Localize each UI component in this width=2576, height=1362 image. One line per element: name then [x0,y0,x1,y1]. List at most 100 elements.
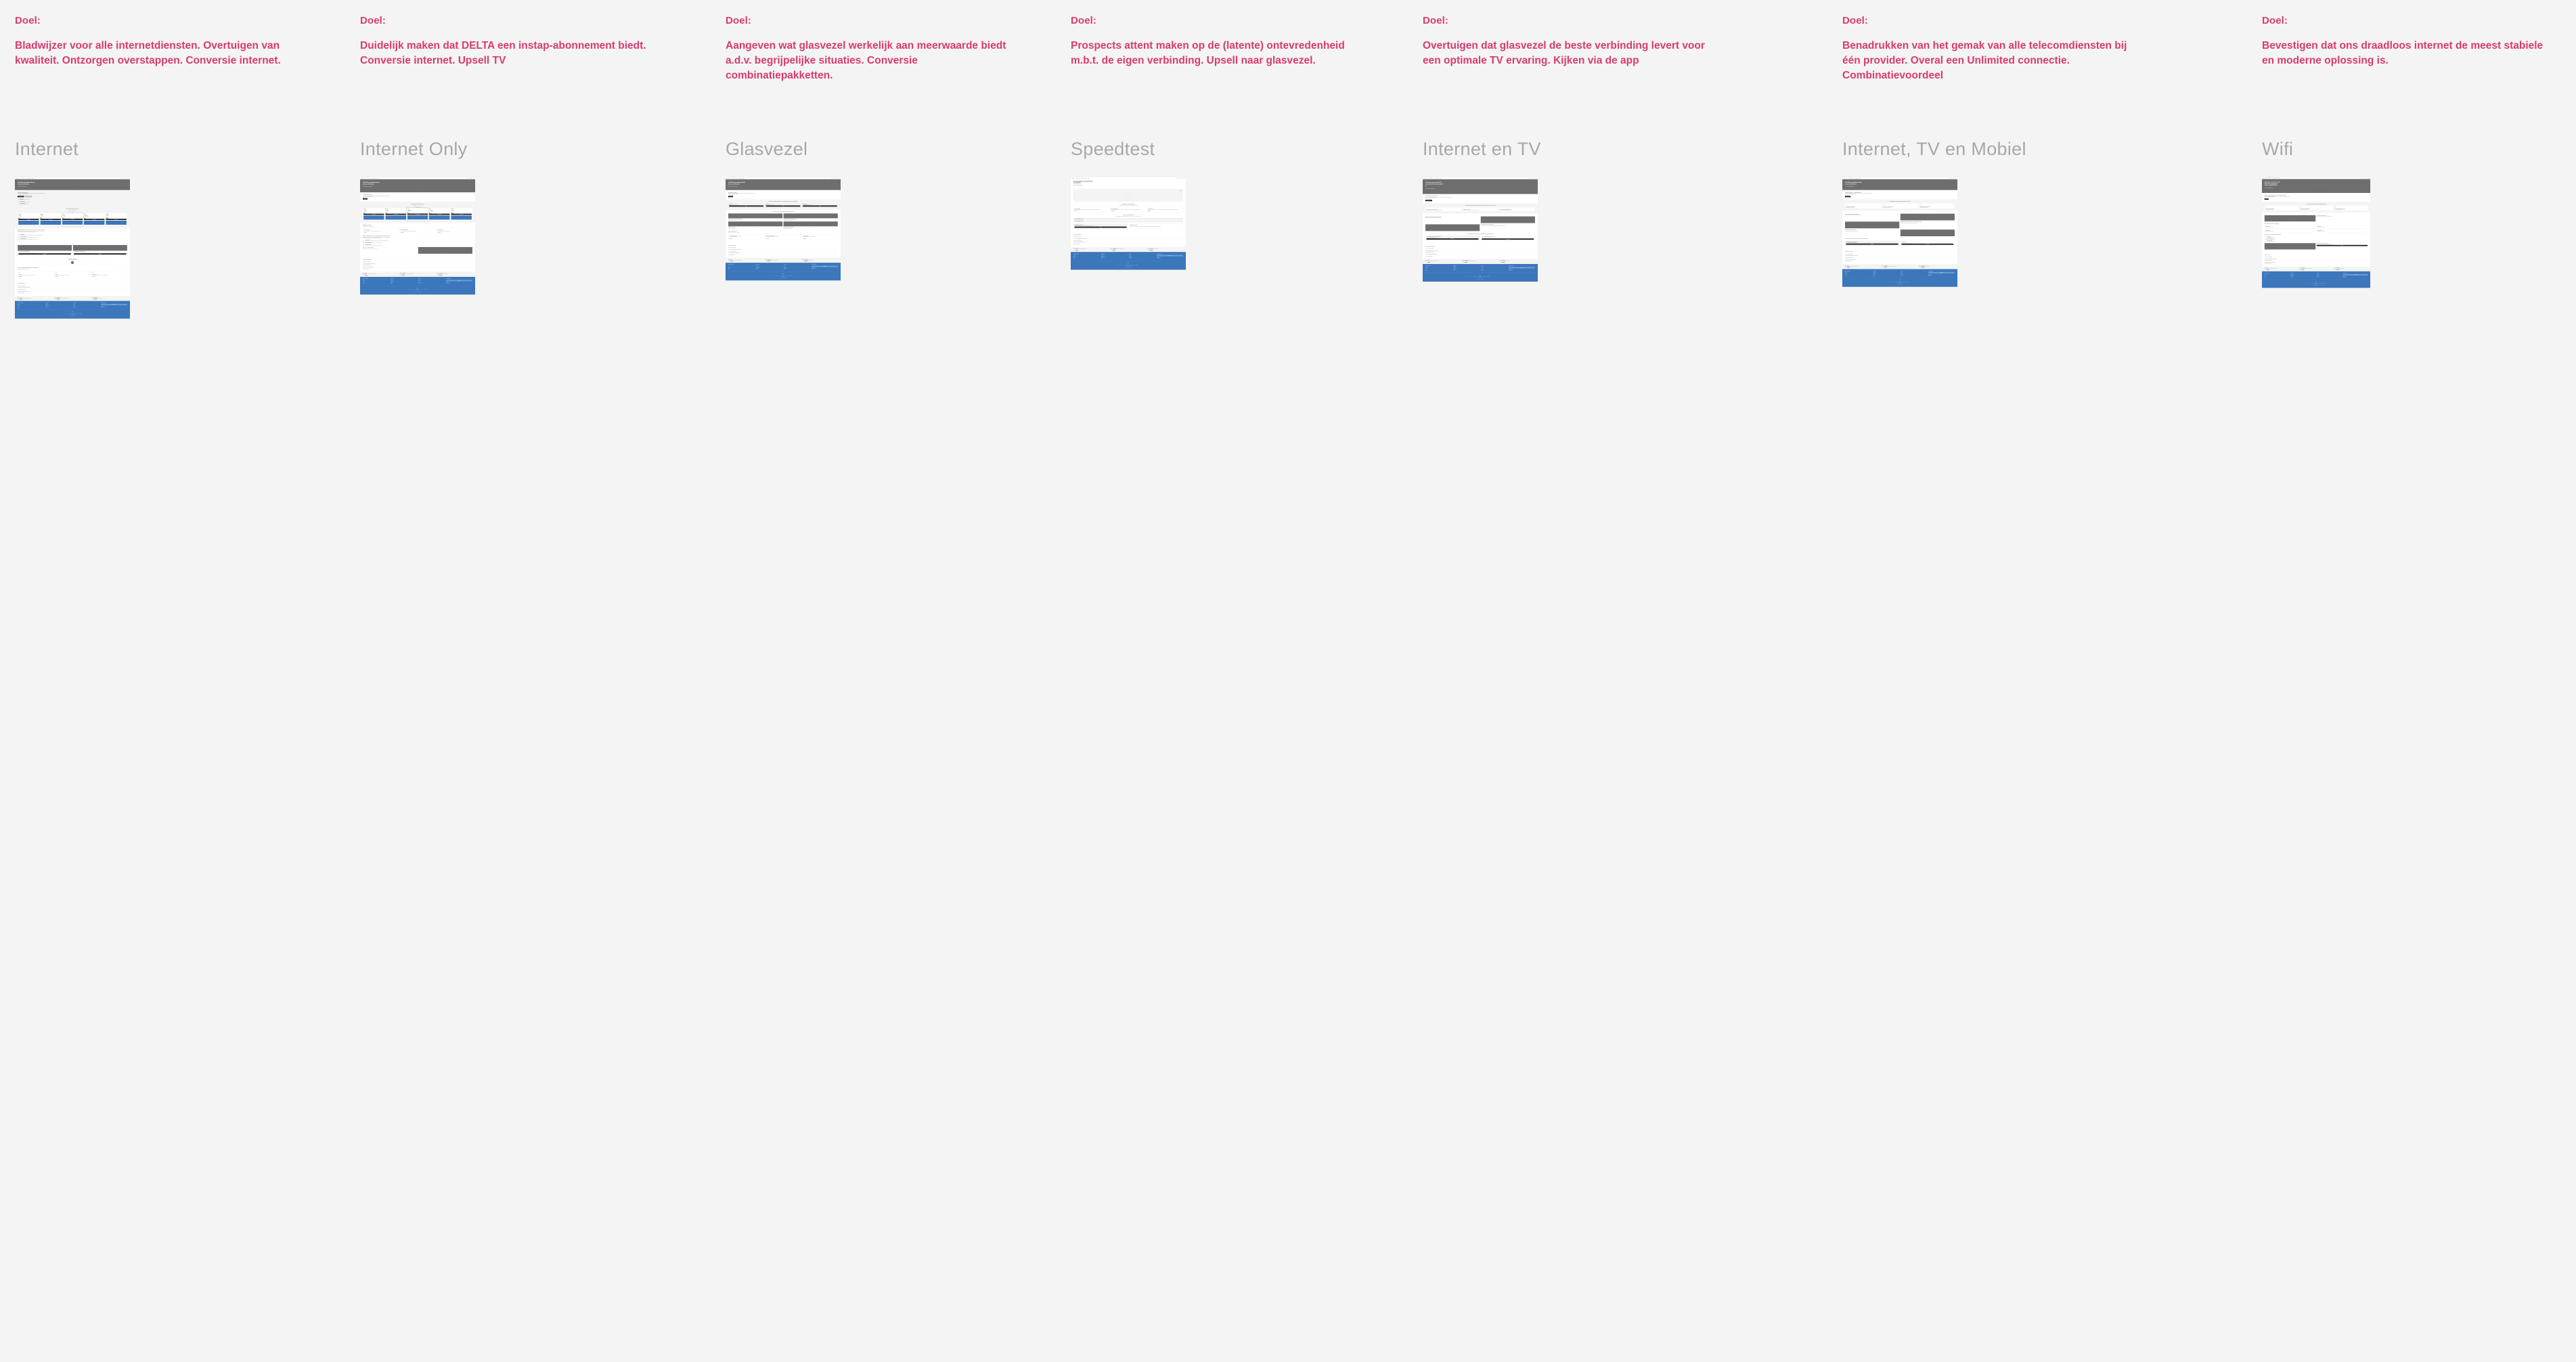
package-link[interactable]: Meer over glasvezel [18,276,52,277]
tip-link[interactable]: Naar MijnDELTA [1074,211,1108,212]
footer-link[interactable]: MijnDELTA [45,307,72,308]
tv-icon[interactable]: ▭ Online TV [468,177,470,179]
nav-link[interactable]: Televisie [1079,178,1081,179]
nav-link[interactable]: Internet [1428,178,1429,179]
cta-button[interactable]: Combineer TV met internet [24,196,32,198]
mail-icon[interactable]: ✉ Webmail [1181,177,1182,179]
benefit-card[interactable]: Glasvezel brengt jouw gaming naar een ho… [783,213,838,221]
footer-legal-link[interactable]: Algemene voorwaarden [1482,277,1486,278]
feature-card[interactable]: Kabel - of glasvezel internet Glasvezel i… [363,227,399,234]
nav-link[interactable]: Internet [731,178,732,179]
cta-button[interactable]: TV kijken via de app [1482,238,1534,240]
page-wireframe-wifi[interactable]: Thuis Voor bedrijven DELTA Internet Televi… [2262,176,2370,288]
help-link[interactable]: Maak een afspraak [57,299,68,300]
cta-button[interactable]: Bekijk deals [363,198,368,200]
help-link[interactable]: Direct naar Mijn DELTA [439,275,447,276]
footer-contact-button[interactable]: Contact opnemen [2342,273,2368,276]
help-link[interactable]: Neem contact op [2267,269,2278,270]
tv-icon[interactable]: ▭ Online TV [1951,177,1952,179]
plan-card[interactable]: Unlimited 4K streamingMultiplayer gaming… [451,208,472,221]
plan-card[interactable]: 100 Mbps HD streamingMultiplayer gamingS… [363,208,385,221]
nav-link[interactable]: Zakelijk [377,178,378,179]
compare-column[interactable]: Glasvezel en TV Met onze gratis Overstaps… [765,203,801,208]
faq-question[interactable]: Wat is de maximaal te behalen snelheid? [1845,261,1955,262]
mail-icon[interactable]: ✉ Webmail [1953,177,1954,179]
footer-legal-link[interactable]: Beveiligingsmelding [2323,283,2326,284]
help-link[interactable]: Direct naar Mijn DELTA [1921,267,1930,268]
tv-icon[interactable]: ▭ Online TV [834,177,835,179]
footer-link[interactable]: MijnDELTA [756,269,782,270]
search-icon[interactable]: ⚲ Zoeken [473,177,474,179]
plan-card[interactable]: 250 Mbps HD streamingMultiplayer gamingS… [40,213,62,226]
promo-card[interactable]: Take gaming to the next level with DELTA… [72,244,127,256]
wifi-tip-card[interactable]: Total network control Glasvezel is milieu… [2264,225,2316,229]
cta-button[interactable]: Bestel nu [2264,198,2269,200]
package-card[interactable]: Internet en TV De nieuwe manier van tv ki… [54,271,91,278]
feature-link[interactable]: Meer over glasvezel [363,232,397,233]
faq-question[interactable]: Wat is de maximaal te behalen snelheid? [363,268,472,269]
account-icon[interactable]: ▲ Mijn DELTA [1948,177,1949,179]
help-link[interactable]: Direct naar Mijn DELTA [2336,269,2344,270]
tip-card[interactable]: Verhoog je internetsnelheid Bij oudere ne… [1073,206,1110,213]
nav-link[interactable]: Televisie [1431,178,1433,179]
cta-button[interactable]: Bestel glasvezel en TV [1426,238,1479,240]
faq-question[interactable]: Wat is de maximaal te behalen snelheid? [728,254,838,255]
plan-card[interactable]: Meeste voordeel 1 Gig Moeiteloos thuiswe… [406,207,429,221]
wifi-bundle-card[interactable]: 5- korting van elk DELTA abonnement op j… [2299,205,2334,211]
help-link[interactable]: Maak een afspraak [2301,269,2312,270]
nav-link[interactable]: Zakelijk [32,178,33,179]
footer-legal-link[interactable]: Disclaimer [66,313,67,314]
footer-legal-link[interactable]: Cookies [2307,283,2309,284]
check-link[interactable]: Meer over glasvezel [766,238,800,239]
footer-contact-button[interactable]: Contact opnemen [1157,255,1183,257]
page-wireframe-speedtest[interactable]: Thuis Voor bedrijven DELTA Internet Televi… [1071,176,1186,270]
help-link[interactable]: Direct naar Mijn DELTA [1501,262,1510,263]
help-link[interactable]: Neem contact op [1847,267,1859,268]
term-toggle[interactable]: 1 jaar ✓ 2 jaar Bespaar 20% [363,205,472,207]
page-wireframe-internet-tv[interactable]: Thuis Voor bedrijven DELTA Internet Televi… [1423,176,1538,282]
nav-link[interactable]: Televisie [23,178,25,179]
delta-logo[interactable]: DELTA [361,177,364,179]
help-link[interactable]: Neem contact op [20,299,31,300]
nav-link[interactable]: Televisie [1850,178,1852,179]
package-link[interactable]: Meer over glasvezel [55,276,89,277]
help-link[interactable]: Maak een afspraak [1884,267,1896,268]
benefit-card[interactable]: Moeiteloos streamen bij elk scherm in hu… [783,221,838,229]
cta-button[interactable]: Bekijk deals [728,196,734,198]
compare-column[interactable]: Glasvezel Only Met onze gratis Overstapse… [728,203,765,208]
social-icon-2[interactable]: ▶ [72,315,74,317]
package-card[interactable]: Internet Only Alleen internet voor thuis?… [18,271,54,278]
promo-card[interactable]: Full Fibre. Our most reliable broadband M… [18,244,72,256]
wifi-bundle-card[interactable]: Extra tv pakket met gratis ESPN Compleet… [2334,205,2368,211]
social-icon-2[interactable]: ▶ [1480,278,1482,280]
account-icon[interactable]: ▲ Mijn DELTA [466,177,467,179]
tv-plan-card[interactable]: Copy van veelzijdige programmar abonneme… [1498,207,1535,212]
nav-link[interactable]: Klantenservice [2274,178,2277,179]
tv-icon[interactable]: ▭ Online TV [123,177,125,179]
check-card[interactable]: Gratis en vooraf geïnstalleerd Glasvezel … [801,234,838,240]
delta-logo[interactable]: DELTA [1072,177,1075,179]
feature-link[interactable]: Meer over glasvezel [401,232,435,233]
plan-card[interactable]: Meeste voordeel 1 Gig Moeiteloos thuiswe… [61,213,84,227]
tv-plan-card[interactable]: Copy van het nieuwe TV kijken, streamen … [1425,207,1462,212]
faq-question[interactable]: Wat is de maximaal te behalen snelheid? [1425,255,1535,257]
speedtest-widget[interactable]: Ookla [1073,188,1183,202]
cta-button[interactable]: Bestel nu [765,205,801,207]
term-2-year[interactable]: ✓ 2 jaar Bespaar 20% [70,210,77,212]
footer-legal-link[interactable]: Gisdclaimer [68,313,70,314]
nav-link[interactable]: Klantenservice [738,178,741,179]
cta-button[interactable]: Bestel nu [729,205,763,207]
tv-icon[interactable]: ▭ Online TV [1531,177,1532,179]
page-wireframe-internet[interactable]: Thuis Voor bedrijven DELTA Internet Televi… [15,176,130,319]
social-icon-3[interactable]: in [74,315,76,317]
benefit-card[interactable]: Zorgeloos werken vanuit huis Glasvezel is… [728,221,783,229]
check-card[interactable]: Extreem hoge upload- en downloadsnelheid… [765,234,801,240]
package-card[interactable]: Internet, TV en Mobiel Glasvezel is milie… [91,271,127,278]
nav-link[interactable]: Mobiel [371,178,372,179]
delta-logo[interactable]: DELTA [1424,177,1427,179]
footer-legal-link[interactable]: Beveiligingsmelding [79,313,82,314]
nav-link[interactable]: Klantenservice [1436,178,1438,179]
accordion-item[interactable]: Zo krijg je het betrouwbaarste resultaat [1073,217,1183,220]
cta-button[interactable]: Bestel glasvezel en TV [1425,200,1432,202]
faq-question[interactable]: Wat is de maximaal te behalen snelheid? [2265,263,2368,265]
